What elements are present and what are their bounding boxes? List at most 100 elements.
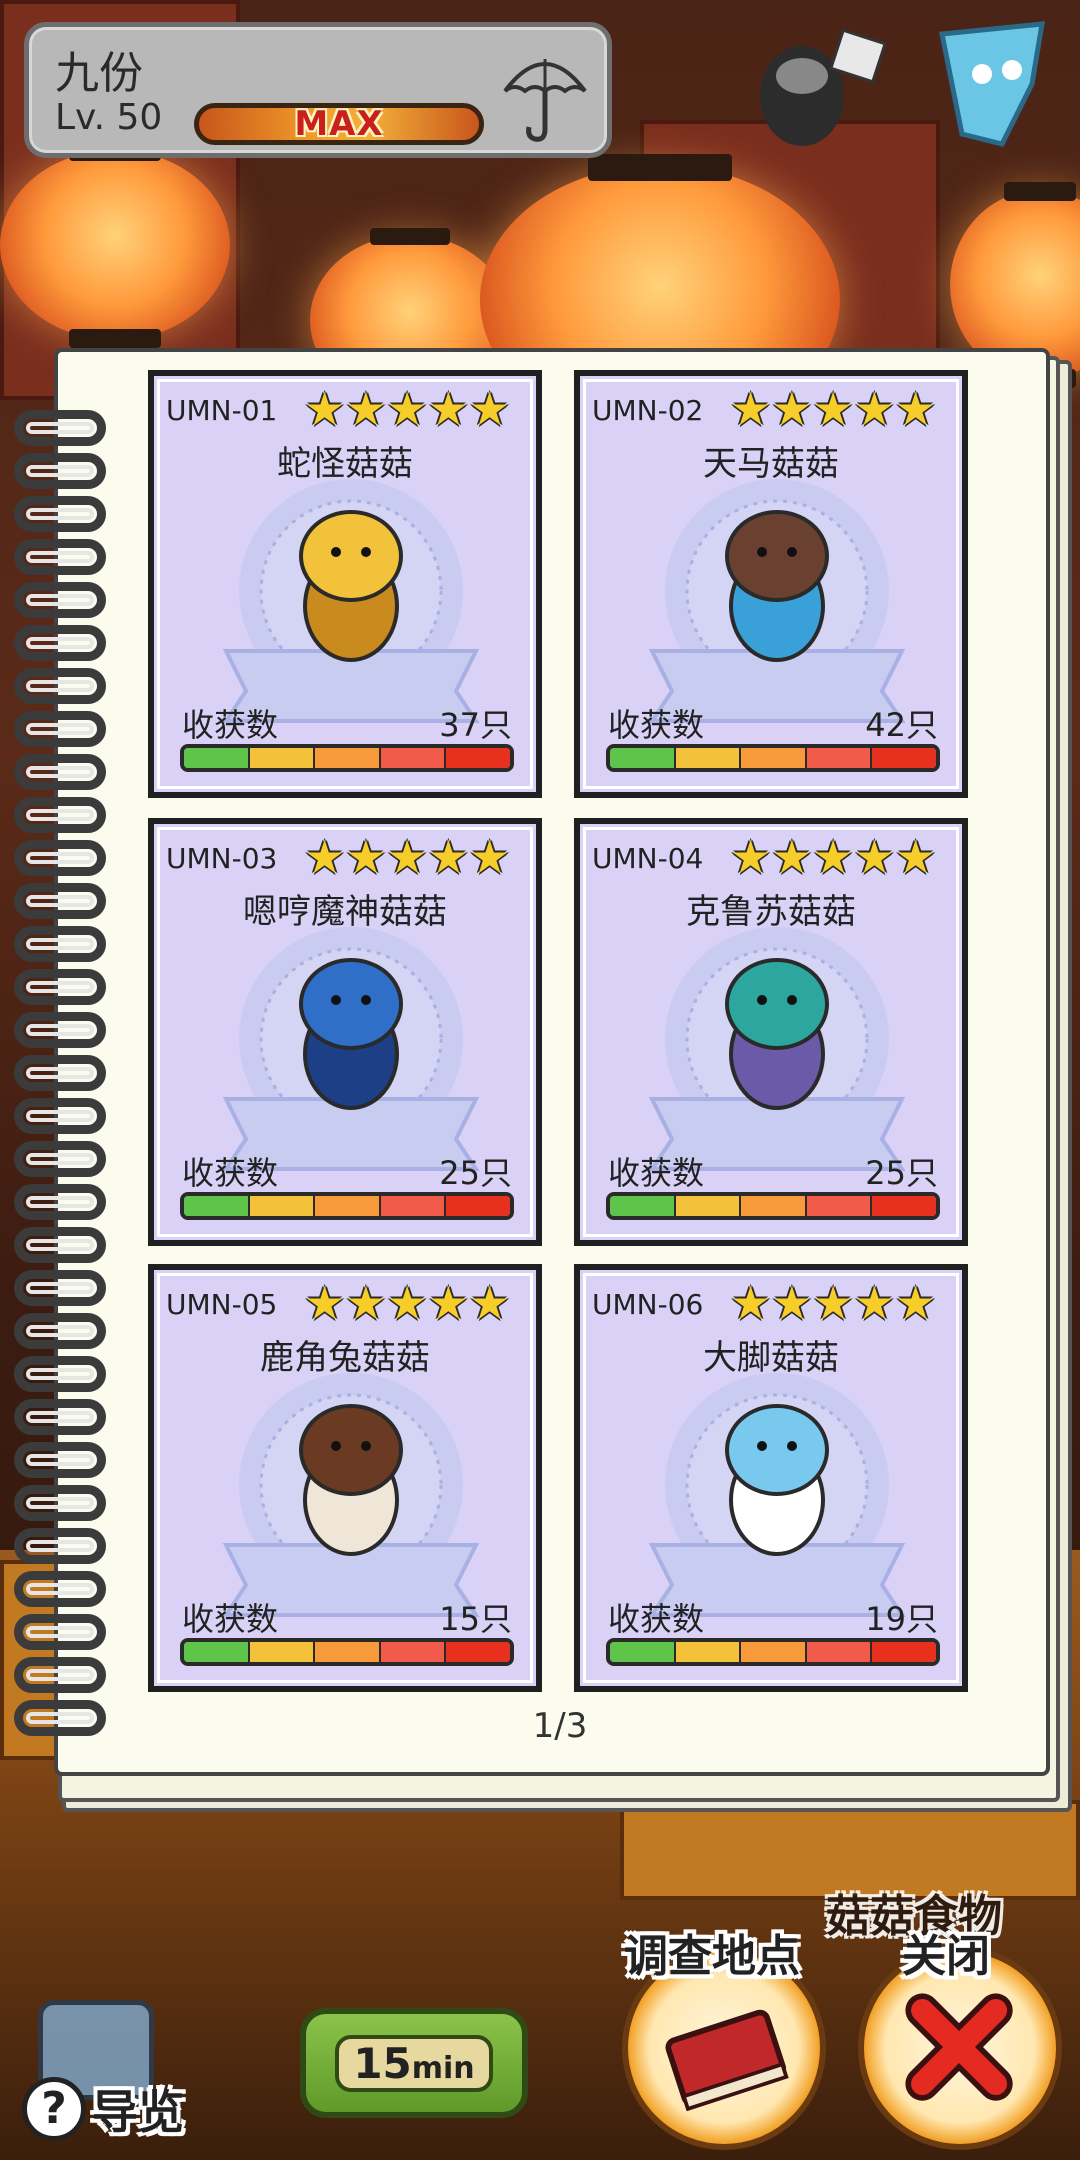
binding-ring: [14, 754, 106, 790]
harvest-meter: [180, 1638, 514, 1666]
binding-ring: [14, 1012, 106, 1048]
harvest-count: 37只: [439, 706, 512, 744]
binding-ring: [14, 1528, 106, 1564]
meter-segment: [872, 748, 936, 768]
mushroom-card[interactable]: UMN-05 ★ ★ ★ ★ ★ 鹿角兔菇菇 收获数 15只: [148, 1264, 542, 1692]
star-icon: ★: [771, 382, 813, 436]
meter-segment: [806, 1642, 873, 1662]
binding-ring: [14, 1184, 106, 1220]
rarity-stars: ★ ★ ★ ★ ★: [304, 386, 510, 432]
mushroom-card[interactable]: UMN-01 ★ ★ ★ ★ ★ 蛇怪菇菇 收获数 37只: [148, 370, 542, 798]
mushroom-card[interactable]: UMN-06 ★ ★ ★ ★ ★ 大脚菇菇 收获数 19只: [574, 1264, 968, 1692]
harvest-label: 收获数: [608, 1600, 705, 1638]
mushroom-card[interactable]: UMN-04 ★ ★ ★ ★ ★ 克鲁苏菇菇 收获数 25只: [574, 818, 968, 1246]
binding-ring: [14, 582, 106, 618]
binding-ring: [14, 1657, 106, 1693]
star-icon: ★: [386, 830, 428, 884]
star-icon: ★: [345, 830, 387, 884]
mushroom-card[interactable]: UMN-03 ★ ★ ★ ★ ★ 嗯哼魔神菇菇 收获数 25只: [148, 818, 542, 1246]
meter-segment: [446, 1196, 510, 1216]
player-name: 九份: [55, 48, 143, 99]
binding-ring: [14, 496, 106, 532]
star-icon: ★: [812, 1276, 854, 1330]
rarity-stars: ★ ★ ★ ★ ★: [730, 386, 936, 432]
star-icon: ★: [304, 1276, 346, 1330]
harvest-meter: [606, 744, 940, 772]
help-icon: ?: [22, 2077, 86, 2141]
meter-segment: [249, 1642, 316, 1662]
meter-segment: [184, 1196, 250, 1216]
spiral-binding: [14, 410, 110, 1740]
star-icon: ★: [304, 382, 346, 436]
star-icon: ★: [771, 1276, 813, 1330]
page-indicator: 1/3: [532, 1706, 588, 1746]
meter-segment: [184, 1642, 250, 1662]
binding-ring: [14, 1485, 106, 1521]
star-icon: ★: [771, 830, 813, 884]
mushroom-creature-icon: [725, 1404, 829, 1556]
meter-segment: [315, 1196, 381, 1216]
binding-ring: [14, 711, 106, 747]
mushroom-creature-icon: [725, 958, 829, 1110]
binding-ring: [14, 668, 106, 704]
player-status-panel: 九份 Lv. 50 MAX: [24, 22, 612, 158]
close-label: 关闭: [902, 1931, 990, 1982]
meter-segment: [741, 1196, 807, 1216]
meter-segment: [675, 1196, 742, 1216]
star-icon: ★: [730, 830, 772, 884]
meter-segment: [249, 748, 316, 768]
binding-ring: [14, 1098, 106, 1134]
binding-ring: [14, 410, 106, 446]
card-code: UMN-05: [166, 1288, 278, 1321]
star-icon: ★: [427, 830, 469, 884]
harvest-label: 收获数: [182, 1154, 279, 1192]
mushroom-creature-icon: [299, 1404, 403, 1556]
timer-value: 15: [353, 2038, 412, 2088]
rarity-stars: ★ ★ ★ ★ ★: [730, 834, 936, 880]
star-icon: ★: [345, 382, 387, 436]
star-icon: ★: [469, 1276, 511, 1330]
harvest-count: 25只: [865, 1154, 938, 1192]
star-icon: ★: [427, 382, 469, 436]
harvest-label: 收获数: [608, 706, 705, 744]
harvest-meter: [180, 1192, 514, 1220]
harvest-meter: [606, 1638, 940, 1666]
blue-spirit-icon[interactable]: [922, 14, 1062, 154]
meter-segment: [380, 1642, 447, 1662]
rarity-stars: ★ ★ ★ ★ ★: [304, 834, 510, 880]
star-icon: ★: [895, 830, 937, 884]
umbrella-icon[interactable]: [499, 45, 591, 145]
harvest-count: 15只: [439, 1600, 512, 1638]
meter-segment: [610, 748, 676, 768]
harvest-label: 收获数: [182, 1600, 279, 1638]
meter-segment: [380, 748, 447, 768]
meter-segment: [446, 1642, 510, 1662]
mushroom-creature-icon: [725, 510, 829, 662]
binding-ring: [14, 1399, 106, 1435]
card-code: UMN-01: [166, 394, 278, 427]
meter-segment: [675, 748, 742, 768]
timer-display: 15min: [335, 2034, 493, 2092]
meter-segment: [249, 1196, 316, 1216]
harvest-label: 收获数: [608, 1154, 705, 1192]
meter-segment: [315, 1642, 381, 1662]
meter-segment: [315, 748, 381, 768]
star-icon: ★: [853, 382, 895, 436]
meter-segment: [741, 1642, 807, 1662]
star-icon: ★: [853, 830, 895, 884]
binding-ring: [14, 1270, 106, 1306]
level-bar-label: MAX: [294, 104, 384, 144]
guide-button[interactable]: ? 导览: [22, 2076, 184, 2142]
star-icon: ★: [386, 382, 428, 436]
star-icon: ★: [469, 382, 511, 436]
star-icon: ★: [853, 1276, 895, 1330]
star-icon: ★: [895, 1276, 937, 1330]
meter-segment: [872, 1196, 936, 1216]
mushroom-creature-icon: [299, 958, 403, 1110]
mushroom-card[interactable]: UMN-02 ★ ★ ★ ★ ★ 天马菇菇 收获数 42只: [574, 370, 968, 798]
ghost-character-icon[interactable]: [742, 16, 892, 156]
card-code: UMN-06: [592, 1288, 704, 1321]
timer-badge: 15min: [300, 2008, 528, 2118]
binding-ring: [14, 539, 106, 575]
harvest-meter: [180, 744, 514, 772]
